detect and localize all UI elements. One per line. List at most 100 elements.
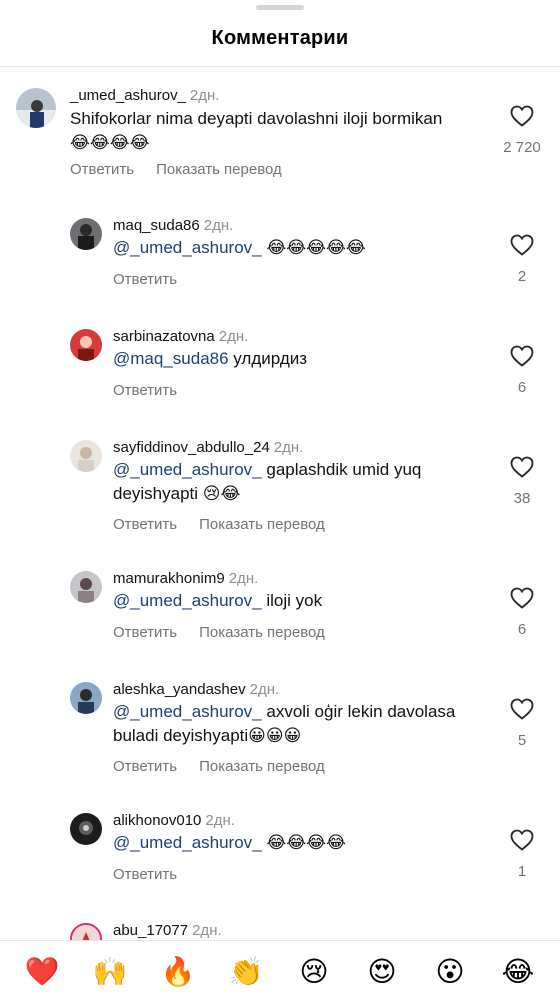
- comment-actions: Ответить Показать перевод: [113, 758, 347, 775]
- heart-icon[interactable]: [510, 234, 534, 256]
- mention-link[interactable]: @_umed_ashurov_: [113, 238, 262, 257]
- comment-text: @_umed_ashurov_ axvoli oģir lekin davola…: [113, 700, 503, 748]
- mention-link[interactable]: @_umed_ashurov_: [113, 702, 262, 721]
- like-control[interactable]: 6: [492, 345, 552, 396]
- like-control[interactable]: 5: [492, 698, 552, 749]
- username[interactable]: sarbinazatovna: [113, 328, 215, 345]
- comment-body: iloji yok: [266, 591, 323, 610]
- avatar[interactable]: [70, 571, 102, 603]
- timestamp: 2дн.: [203, 217, 234, 234]
- comment-emojis: 😢😂: [202, 484, 241, 504]
- like-count: 6: [517, 379, 527, 396]
- comment-meta: alikhonov010 2дн.: [113, 812, 235, 830]
- comment-text: @_umed_ashurov_ 😂😂😂😂: [113, 831, 503, 855]
- reply-button[interactable]: Ответить: [70, 161, 134, 178]
- timestamp: 2дн.: [228, 570, 259, 587]
- comment-text: @_umed_ashurov_ gaplashdik umid yuq deyi…: [113, 458, 503, 506]
- translate-button[interactable]: Показать перевод: [156, 161, 282, 178]
- reply-button[interactable]: Ответить: [113, 382, 177, 399]
- like-control[interactable]: 6: [492, 587, 552, 638]
- like-count: 2: [517, 268, 527, 285]
- comments-header: Комментарии: [0, 0, 560, 67]
- like-control[interactable]: 2 720: [492, 105, 552, 156]
- timestamp: 2дн.: [189, 87, 220, 104]
- mention-link[interactable]: @maq_suda86: [113, 349, 229, 368]
- avatar[interactable]: [70, 329, 102, 361]
- mention-link[interactable]: @_umed_ashurov_: [113, 460, 262, 479]
- raising-hands-reaction-icon[interactable]: 🙌: [83, 955, 137, 988]
- reply-button[interactable]: Ответить: [113, 516, 177, 533]
- comment-actions: Ответить Показать перевод: [113, 624, 347, 641]
- comment-actions: Ответить Показать перевод: [113, 516, 347, 533]
- surprised-face-reaction-icon[interactable]: 😮: [423, 955, 477, 988]
- heart-icon[interactable]: [510, 829, 534, 851]
- comment-text: @maq_suda86 улдирдиз: [113, 347, 503, 371]
- username[interactable]: sayfiddinov_abdullo_24: [113, 439, 270, 456]
- like-count: 38: [513, 490, 531, 507]
- comment-meta: aleshka_yandashev 2дн.: [113, 681, 279, 699]
- comments-list[interactable]: _umed_ashurov_ 2дн. Shifokorlar nima deya…: [0, 67, 560, 940]
- reply-button[interactable]: Ответить: [113, 624, 177, 641]
- avatar[interactable]: [70, 682, 102, 714]
- username[interactable]: alikhonov010: [113, 812, 201, 829]
- comment-text: @_umed_ashurov_ 😂😂😂😂😂: [113, 236, 503, 260]
- laughing-tears-reaction-icon[interactable]: 😂: [491, 955, 545, 988]
- translate-button[interactable]: Показать перевод: [199, 758, 325, 775]
- timestamp: 2дн.: [273, 439, 304, 456]
- avatar[interactable]: [70, 813, 102, 845]
- like-count: 2 720: [503, 139, 541, 156]
- comment-meta: sarbinazatovna 2дн.: [113, 328, 248, 346]
- like-count: 5: [517, 732, 527, 749]
- quick-reactions-bar: ❤️ 🙌 🔥 👏 😢 😍 😮 😂: [0, 940, 560, 1001]
- heart-icon[interactable]: [510, 105, 534, 127]
- comment-emojis: 😀😀😀: [248, 726, 302, 746]
- comment-actions: Ответить: [113, 866, 199, 883]
- heart-reaction-icon[interactable]: ❤️: [15, 955, 69, 988]
- avatar[interactable]: [16, 88, 56, 128]
- crying-face-reaction-icon[interactable]: 😢: [287, 955, 341, 988]
- reply-button[interactable]: Ответить: [113, 271, 177, 288]
- comment-actions: Ответить: [113, 271, 199, 288]
- avatar[interactable]: [70, 923, 102, 940]
- comment-actions: Ответить: [113, 382, 199, 399]
- like-control[interactable]: 38: [492, 456, 552, 507]
- comment-text: Shifokorlar nima deyapti davolashni iloj…: [70, 107, 460, 155]
- heart-icon[interactable]: [510, 698, 534, 720]
- mention-link[interactable]: @_umed_ashurov_: [113, 833, 262, 852]
- like-count: 6: [517, 621, 527, 638]
- username[interactable]: mamurakhonim9: [113, 570, 225, 587]
- avatar[interactable]: [70, 440, 102, 472]
- comment-meta: maq_suda86 2дн.: [113, 217, 233, 235]
- heart-icon[interactable]: [510, 587, 534, 609]
- comment-meta: sayfiddinov_abdullo_24 2дн.: [113, 439, 303, 457]
- clapping-hands-reaction-icon[interactable]: 👏: [219, 955, 273, 988]
- like-control[interactable]: 1: [492, 829, 552, 880]
- page-title: Комментарии: [211, 26, 349, 49]
- fire-reaction-icon[interactable]: 🔥: [151, 955, 205, 988]
- avatar[interactable]: [70, 218, 102, 250]
- username[interactable]: aleshka_yandashev: [113, 681, 246, 698]
- comment-text: @_umed_ashurov_ iloji yok: [113, 589, 503, 613]
- username[interactable]: maq_suda86: [113, 217, 200, 234]
- comment-meta: mamurakhonim9 2дн.: [113, 570, 258, 588]
- translate-button[interactable]: Показать перевод: [199, 624, 325, 641]
- heart-icon[interactable]: [510, 345, 534, 367]
- comment-meta: _umed_ashurov_ 2дн.: [70, 87, 219, 105]
- reply-button[interactable]: Ответить: [113, 866, 177, 883]
- reply-button[interactable]: Ответить: [113, 758, 177, 775]
- heart-icon[interactable]: [510, 456, 534, 478]
- comment-meta: abu_17077 2дн.: [113, 922, 222, 940]
- comment-emojis: 😂😂😂😂😂: [266, 238, 366, 258]
- timestamp: 2дн.: [192, 922, 222, 939]
- heart-eyes-reaction-icon[interactable]: 😍: [355, 955, 409, 988]
- comment-emojis: 😂😂😂😂: [70, 133, 150, 153]
- translate-button[interactable]: Показать перевод: [199, 516, 325, 533]
- timestamp: 2дн.: [249, 681, 280, 698]
- comment-body: улдирдиз: [233, 349, 308, 368]
- username[interactable]: abu_17077: [113, 922, 188, 939]
- like-control[interactable]: 2: [492, 234, 552, 285]
- mention-link[interactable]: @_umed_ashurov_: [113, 591, 262, 610]
- comment-emojis: 😂😂😂😂: [266, 833, 346, 853]
- timestamp: 2дн.: [218, 328, 249, 345]
- username[interactable]: _umed_ashurov_: [70, 87, 186, 104]
